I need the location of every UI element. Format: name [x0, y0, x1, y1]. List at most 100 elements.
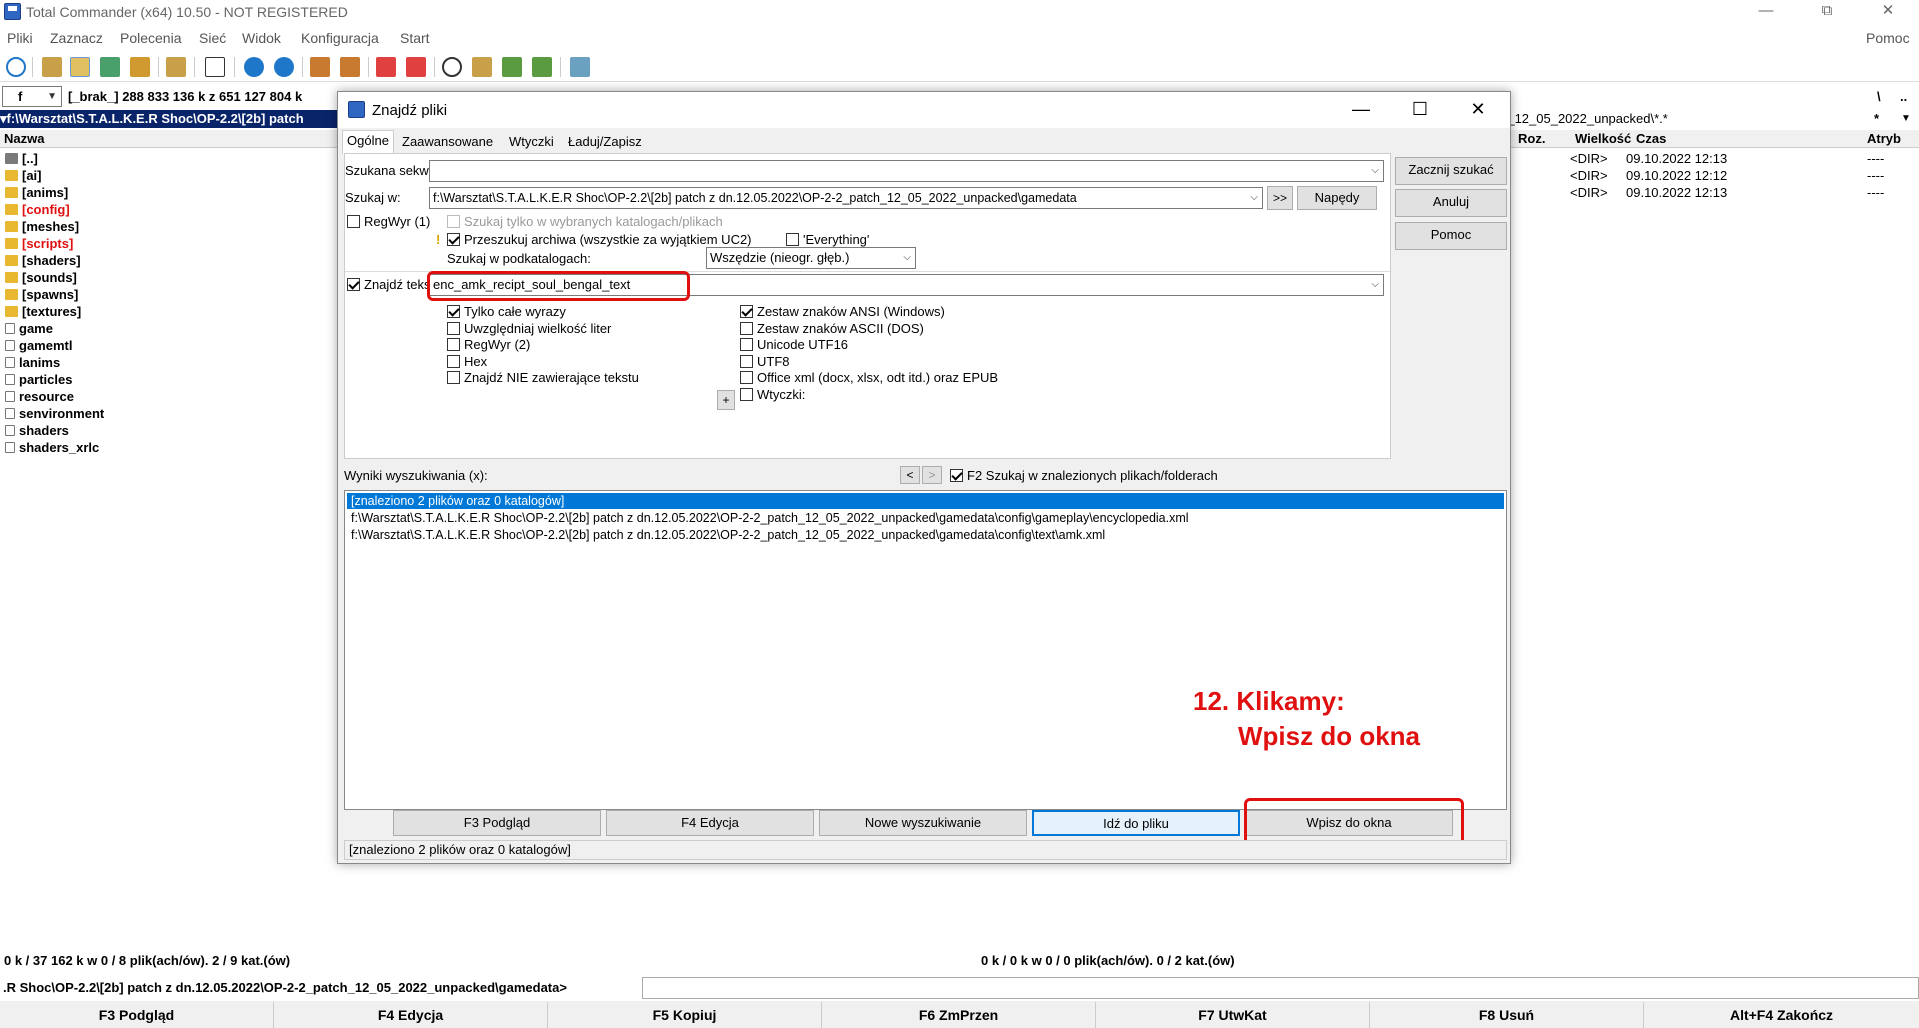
menu-polecenia[interactable]: Polecenia — [120, 30, 182, 46]
right-path-bar[interactable]: tch_12_05_2022_unpacked\*.* * ▼ — [1490, 110, 1919, 128]
option-checkbox[interactable]: Znajdź NIE zawierające tekstu — [447, 370, 639, 385]
option-checkbox[interactable]: Hex — [447, 354, 487, 369]
right-file-list[interactable]: <DIR> 09.10.2022 12:13 ---- <DIR> 09.10.2022… — [1500, 150, 1919, 210]
f5-copy-button[interactable]: F5 Kopiuj — [548, 1002, 822, 1028]
restore-icon[interactable]: ⧉ — [1804, 0, 1850, 24]
checkbox-box[interactable] — [740, 338, 753, 351]
search-archives-checkbox[interactable]: Przeszukuj archiwa (wszystkie za wyjątki… — [447, 232, 752, 247]
col-size-header[interactable]: Wielkość — [1575, 130, 1631, 147]
result-row[interactable]: f:\Warsztat\S.T.A.L.K.E.R Shoc\OP-2.2\[2… — [347, 510, 1189, 526]
f2-search-checkbox[interactable]: F2 Szukaj w znalezionych plikach/foldera… — [950, 468, 1218, 483]
option-checkbox[interactable]: UTF8 — [740, 354, 790, 369]
sync-dirs-icon[interactable] — [502, 57, 522, 77]
result-row[interactable]: [znaleziono 2 plików oraz 0 katalogów] — [347, 493, 1504, 509]
dialog-close-icon[interactable]: ✕ — [1455, 96, 1501, 124]
checkbox-box[interactable] — [447, 338, 460, 351]
everything-checkbox[interactable]: 'Everything' — [786, 232, 869, 247]
altf4-exit-button[interactable]: Alt+F4 Zakończ — [1644, 1002, 1919, 1028]
menu-widok[interactable]: Widok — [242, 30, 281, 46]
f3-preview-button[interactable]: F3 Podgląd — [393, 810, 601, 836]
chevron-down-icon[interactable]: ⌵ — [1371, 161, 1379, 181]
results-list[interactable]: [znaleziono 2 plików oraz 0 katalogów] f:… — [344, 490, 1507, 810]
col-name-header[interactable]: Nazwa — [0, 131, 44, 146]
regex1-checkbox[interactable]: RegWyr (1) — [347, 214, 430, 229]
drives-button[interactable]: Napędy — [1297, 186, 1377, 210]
chevron-down-icon[interactable]: ⌵ — [1371, 275, 1379, 295]
start-search-button[interactable]: Zacznij szukać — [1395, 157, 1507, 185]
chevron-down-icon[interactable]: ⌵ — [1250, 188, 1258, 208]
option-checkbox[interactable]: Zestaw znaków ASCII (DOS) — [740, 321, 924, 336]
left-file-row[interactable]: gamemtl — [0, 337, 340, 354]
full-view-icon[interactable] — [70, 57, 90, 77]
left-file-row[interactable]: [meshes] — [0, 218, 340, 235]
left-drive-select[interactable]: f ▼ — [2, 86, 62, 107]
option-checkbox[interactable]: Zestaw znaków ANSI (Windows) — [740, 304, 945, 319]
checkbox-box[interactable] — [347, 278, 360, 291]
go-to-file-button[interactable]: Idź do pliku — [1032, 810, 1240, 836]
unpack-icon[interactable] — [340, 57, 360, 77]
option-checkbox[interactable]: RegWyr (2) — [447, 337, 530, 352]
root-dir-button[interactable]: \ — [1877, 89, 1881, 104]
right-file-row[interactable]: <DIR> 09.10.2022 12:13 ---- — [1500, 184, 1919, 201]
checkbox-box[interactable] — [347, 215, 360, 228]
col-ext-header[interactable]: Roz. — [1518, 130, 1545, 147]
compare-icon[interactable] — [532, 57, 552, 77]
left-file-row[interactable]: [shaders] — [0, 252, 340, 269]
refresh-icon[interactable] — [6, 57, 26, 77]
right-column-header[interactable]: Roz. Wielkość Czas Atryb — [1500, 130, 1919, 148]
back-icon[interactable] — [244, 57, 264, 77]
checkbox-box[interactable] — [950, 469, 963, 482]
notepad-icon[interactable] — [570, 57, 590, 77]
tab-general[interactable]: Ogólne — [342, 130, 394, 154]
right-file-row[interactable]: <DIR> 09.10.2022 12:12 ---- — [1500, 167, 1919, 184]
left-file-row[interactable]: [spawns] — [0, 286, 340, 303]
left-path-bar[interactable]: ▾f:\Warsztat\S.T.A.L.K.E.R Shoc\OP-2.2\[… — [0, 110, 340, 128]
minimize-icon[interactable]: — — [1743, 0, 1789, 24]
search-for-input[interactable]: ⌵ — [429, 160, 1384, 182]
checkbox-box[interactable] — [447, 233, 460, 246]
left-file-row[interactable]: [ai] — [0, 167, 340, 184]
parent-dir-button[interactable]: .. — [1900, 89, 1907, 104]
checkbox-box[interactable] — [447, 354, 460, 368]
history-dropdown-icon[interactable]: ▼ — [1901, 110, 1911, 128]
forward-icon[interactable] — [274, 57, 294, 77]
left-file-row[interactable]: [textures] — [0, 303, 340, 320]
checkbox-box[interactable] — [786, 233, 799, 246]
checkbox-box[interactable] — [447, 371, 460, 384]
left-file-row[interactable]: lanims — [0, 354, 340, 371]
f8-delete-button[interactable]: F8 Usuń — [1370, 1002, 1644, 1028]
option-checkbox[interactable]: Office xml (docx, xlsx, odt itd.) oraz E… — [740, 370, 998, 385]
dialog-minimize-icon[interactable]: — — [1338, 96, 1384, 124]
cancel-button[interactable]: Anuluj — [1395, 189, 1507, 217]
find-text-checkbox[interactable]: Znajdź tekst: — [347, 277, 438, 292]
thumbnails-icon[interactable] — [100, 57, 120, 77]
invert-selection-icon[interactable] — [166, 57, 186, 77]
url-icon[interactable] — [406, 57, 426, 77]
chevron-down-icon[interactable]: ⌵ — [903, 248, 911, 268]
archive-icon[interactable] — [205, 57, 225, 77]
f7-mkdir-button[interactable]: F7 UtwKat — [1096, 1002, 1370, 1028]
left-file-row[interactable]: shaders_xrlc — [0, 439, 340, 456]
search-in-input[interactable]: f:\Warsztat\S.T.A.L.K.E.R Shoc\OP-2.2\[2… — [429, 187, 1263, 209]
tab-plugins[interactable]: Wtyczki — [505, 132, 558, 153]
left-file-row[interactable]: resource — [0, 388, 340, 405]
menu-siec[interactable]: Sieć — [199, 30, 226, 46]
menu-konfiguracja[interactable]: Konfiguracja — [301, 30, 379, 46]
browse-more-button[interactable]: >> — [1267, 186, 1293, 210]
option-checkbox[interactable]: Tylko całe wyrazy — [447, 304, 566, 319]
left-column-header[interactable]: Nazwa — [0, 130, 340, 148]
menu-zaznacz[interactable]: Zaznacz — [50, 30, 103, 46]
left-file-row[interactable]: [scripts] — [0, 235, 340, 252]
tab-load-save[interactable]: Ładuj/Zapisz — [564, 132, 646, 153]
checkbox-box[interactable] — [740, 387, 753, 401]
left-file-list[interactable]: [..] [ai] [anims] [config] [meshes] [scripts]… — [0, 150, 340, 610]
subdirs-select[interactable]: Wszędzie (nieogr. głęb.) ⌵ — [706, 247, 916, 269]
f4-edit-dialog-button[interactable]: F4 Edycja — [606, 810, 814, 836]
next-result-button[interactable]: > — [922, 466, 942, 484]
result-row[interactable]: f:\Warsztat\S.T.A.L.K.E.R Shoc\OP-2.2\[2… — [347, 527, 1105, 543]
menu-pliki[interactable]: Pliki — [7, 30, 33, 46]
option-checkbox[interactable]: Unicode UTF16 — [740, 337, 848, 352]
tab-advanced[interactable]: Zaawansowane — [398, 132, 497, 153]
search-icon[interactable] — [442, 57, 462, 77]
f3-view-button[interactable]: F3 Podgląd — [0, 1002, 274, 1028]
